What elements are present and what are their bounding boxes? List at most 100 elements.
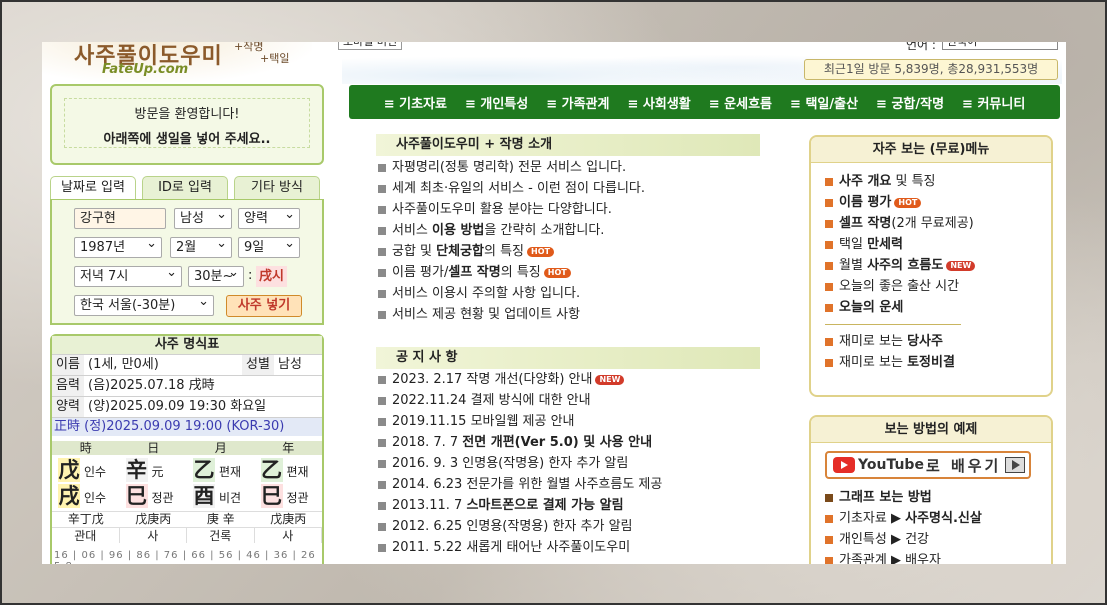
notice-item[interactable]: 2023. 2.17 작명 개선(다양화) 안내 NEW [376,369,776,390]
welcome-instruction: 아래쪽에 생일을 넣어 주세요.. [103,132,271,147]
intro-item[interactable]: 궁합 및 단체궁합의 특징 HOT [376,241,776,262]
submit-saju-button[interactable]: 사주 넣기 [226,295,302,317]
jijang-year: 戊庚丙 [270,512,307,526]
hour-select[interactable]: 저녁 7시 [74,263,182,287]
notice-item[interactable]: 2011. 5.22 새롭게 태어난 사주풀이도우미 [376,537,776,558]
notice-item[interactable]: 2016. 9. 3 인명용(작명용) 한자 추가 알림 [376,453,776,474]
free-menu-list: 사주 개요 및 특징 이름 평가 HOT 셀프 작명(2개 무료제공) 택일 만세… [811,163,1051,318]
new-badge: NEW [595,374,625,385]
mobile-version-link[interactable]: 모바일 버전 [338,42,403,50]
pillar-char: 巳 [260,484,283,508]
tab-other-method[interactable]: 기타 방식 [234,176,320,200]
welcome-box: 방문을 환영합니다! 아래쪽에 생일을 넣어 주세요.. [50,84,324,165]
pillar-char: 戌 [58,484,80,508]
calendar-select[interactable]: 양력 [238,205,300,229]
notice-item[interactable]: 2013.11. 7 스마트폰으로 결제 가능 알림 [376,495,776,516]
pillar-header: 時 日 月 年 [52,441,322,455]
intro-section-title: 사주풀이도우미 + 작명 소개 [376,134,760,156]
row-solar: 양력 (양)2025.09.09 19:30 화요일 [52,396,322,417]
sinsal-row: 관대 사 건록 사 [52,527,322,543]
intro-item[interactable]: 세계 최초·유일의 서비스 - 이런 점이 다릅니다. [376,178,776,199]
jijang-day: 戊庚丙 [135,512,172,526]
welcome-message: 방문을 환영합니다! [134,107,240,122]
intro-item[interactable]: 서비스 이용시 주의할 사항 입니다. [376,283,776,304]
nav-item-personal[interactable]: 개인특성 [465,93,528,112]
fun-menu-list: 재미로 보는 당사주 재미로 보는 토정비결 [811,331,1051,373]
intro-item[interactable]: 사주풀이도우미 활용 분야는 다양합니다. [376,199,776,220]
sinsal-month: 건록 [187,528,255,543]
pillar-relation: 편재 [286,465,309,479]
notice-item[interactable]: 2019.11.15 모바일웹 제공 안내 [376,411,776,432]
welcome-inner: 방문을 환영합니다! 아래쪽에 생일을 넣어 주세요.. [64,98,310,148]
free-menu-item[interactable]: 사주 개요 및 특징 [823,171,1051,192]
jeongsi-value: 正時 (정)2025.09.09 19:00 (KOR-30) [52,418,322,436]
youtube-brand: YouTube [858,457,924,473]
pillar-hour[interactable]: 戊 인수 戌 인수 [52,456,120,512]
free-menu-item[interactable]: 이름 평가 HOT [823,192,1051,213]
pillar-day[interactable]: 辛 元 巳 정관 [120,456,188,512]
howto-item[interactable]: 기초자료 ▶ 사주명식.신살 [823,508,1051,529]
play-icon [1005,457,1026,473]
time-colon: : [248,268,253,283]
howto-item[interactable]: 가족관계 ▶ 배우자 [823,550,1051,564]
free-menu-item[interactable]: 월별 사주의 흐름도 NEW [823,255,1051,276]
notice-item[interactable]: 2018. 7. 7 전면 개편(Ver 5.0) 및 사용 안내 [376,432,776,453]
free-menu-title: 자주 보는 (무료)메뉴 [811,137,1051,163]
nav-item-basics[interactable]: 기초자료 [384,93,447,112]
notice-item[interactable]: 2012. 6.25 인명용(작명용) 한자 추가 알림 [376,516,776,537]
nav-item-date-birth[interactable]: 택일/출산 [790,93,858,112]
location-select[interactable]: 한국 서울(-30분) [74,292,214,316]
year-select[interactable]: 1987년 [74,234,162,258]
hot-badge: HOT [527,246,554,257]
day-select[interactable]: 9일 [238,234,300,258]
tab-id-input[interactable]: ID로 입력 [142,176,228,200]
fun-menu-item[interactable]: 재미로 보는 당사주 [823,331,1051,352]
site-logo[interactable]: 사주풀이도우미 +작명 +택일 FateUp.com [42,42,312,82]
free-menu-item[interactable]: 오늘의 좋은 출산 시간 [823,276,1051,297]
pillar-char: 巳 [125,484,148,508]
row-lunar: 음력 (음)2025.07.18 戌時 [52,375,322,396]
webpage: 사주풀이도우미 +작명 +택일 FateUp.com 모바일 버전 언어 : 한… [42,42,1066,564]
youtube-icon [833,457,855,473]
pillar-relation: 인수 [84,491,107,505]
nav-item-family[interactable]: 가족관계 [546,93,610,112]
free-menu-item[interactable]: 택일 만세력 [823,234,1051,255]
fun-menu-item[interactable]: 재미로 보는 토정비결 [823,352,1051,373]
youtube-learn-label: 로 배우기 [925,456,1002,475]
pillar-relation: 편재 [219,465,242,479]
howto-item[interactable]: 개인특성 ▶ 건강 [823,529,1051,550]
tab-date-input[interactable]: 날짜로 입력 [50,176,136,200]
howto-title: 보는 방법의 예제 [811,417,1051,443]
row-jeongsi: 正時 (정)2025.09.09 19:00 (KOR-30) [52,417,322,436]
menu-divider [825,324,961,325]
nav-item-fortune[interactable]: 운세흐름 [709,93,772,112]
logo-english: FateUp.com [102,62,189,77]
notice-item[interactable]: 2022.11.24 결제 방식에 대한 안내 [376,390,776,411]
nav-item-social[interactable]: 사회생활 [627,93,691,112]
nav-item-match-naming[interactable]: 궁합/작명 [876,93,944,112]
minute-select[interactable]: 30분~ [188,263,244,287]
gender-select[interactable]: 남성 [174,205,232,229]
free-menu-item[interactable]: 셀프 작명(2개 무료제공) [823,213,1051,234]
howto-list: 그래프 보는 방법 기초자료 ▶ 사주명식.신살 개인특성 ▶ 건강 가족관계 … [811,479,1051,564]
pillar-year[interactable]: 乙 편재 巳 정관 [255,456,323,512]
pillar-month[interactable]: 乙 편재 酉 비견 [187,456,255,512]
youtube-learn-button[interactable]: YouTube 로 배우기 [825,451,1031,479]
howto-item[interactable]: 그래프 보는 방법 [823,487,1051,508]
daeun-row: 16 | 06 | 96 | 86 | 76 | 66 | 56 | 46 | … [54,550,316,564]
pillar-relation: 비견 [219,491,242,505]
nav-item-community[interactable]: 커뮤니티 [962,93,1025,112]
free-menu-box: 자주 보는 (무료)메뉴 사주 개요 및 특징 이름 평가 HOT 셀프 작명(2… [809,135,1053,397]
pillar-char: 乙 [193,458,215,482]
free-menu-item[interactable]: 오늘의 운세 [823,297,1051,318]
intro-item[interactable]: 이름 평가/셀프 작명의 특징 HOT [376,262,776,283]
notice-item[interactable]: 2014. 6.23 전문가를 위한 월별 사주흐름도 제공 [376,474,776,495]
solar-value: (양)2025.09.09 19:30 화요일 [88,399,267,414]
intro-item[interactable]: 서비스 제공 현황 및 업데이트 사항 [376,304,776,325]
name-input[interactable]: 강구현 [74,208,166,229]
language-select[interactable]: 한국어 [942,42,1058,50]
month-select[interactable]: 2월 [170,234,232,258]
intro-item[interactable]: 자평명리(정통 명리학) 전문 서비스 입니다. [376,157,776,178]
intro-item[interactable]: 서비스 이용 방법을 간략히 소개합니다. [376,220,776,241]
language-label: 언어 : [906,42,936,52]
